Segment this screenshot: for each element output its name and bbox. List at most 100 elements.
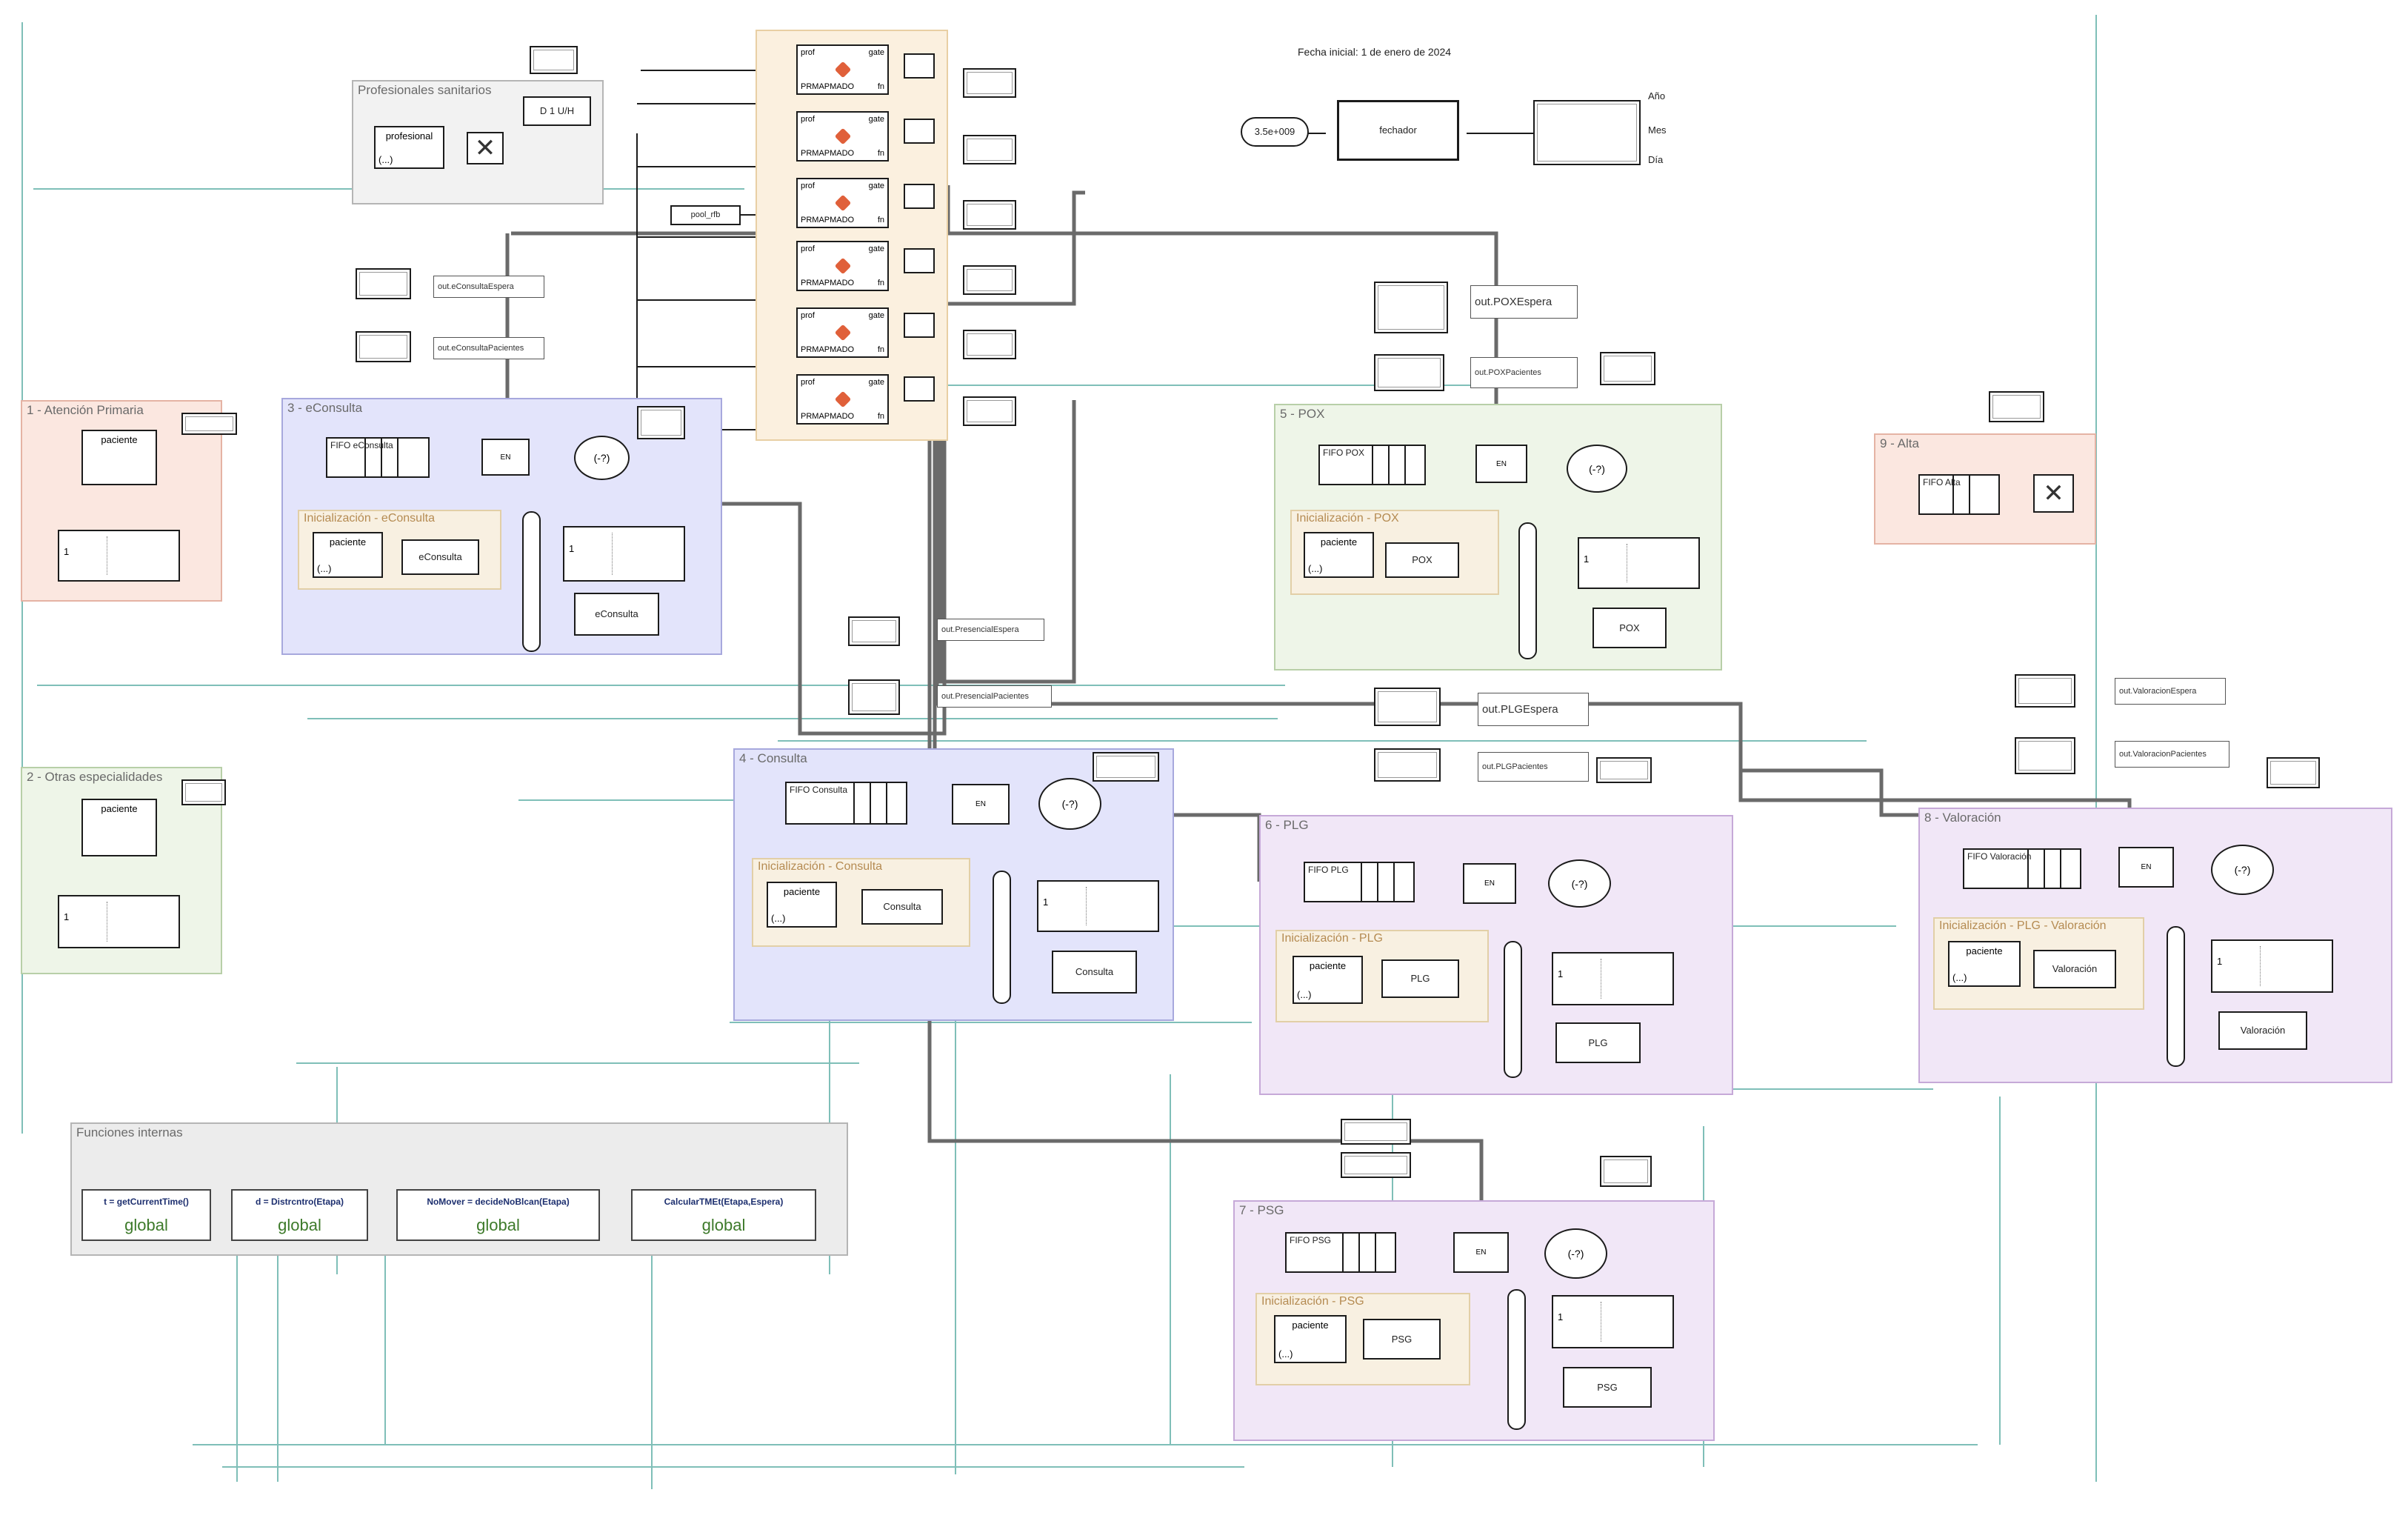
fifo-alta[interactable]: FIFO Alta xyxy=(1918,474,2000,515)
alta-terminator-icon[interactable]: ✕ xyxy=(2033,474,2074,513)
plg-plot[interactable]: 1 xyxy=(1552,952,1674,1005)
alta-display[interactable] xyxy=(1989,391,2044,422)
consulta-espera-output[interactable]: out.PresencialEspera xyxy=(937,619,1044,641)
output-switch-econsulta[interactable] xyxy=(522,511,541,652)
oe-plot[interactable]: 1 xyxy=(58,895,180,948)
counter-pox[interactable]: (-?) xyxy=(1567,445,1627,493)
en-switch-pox[interactable]: EN xyxy=(1475,445,1527,483)
server-valoracion[interactable]: Valoración xyxy=(2218,1011,2307,1050)
consulta-display[interactable] xyxy=(1093,752,1159,782)
paciente-source-ap[interactable]: paciente xyxy=(81,430,157,485)
prof-display[interactable] xyxy=(530,46,578,74)
ap-display[interactable] xyxy=(181,413,237,435)
en-switch-valoracion[interactable]: EN xyxy=(2118,847,2174,888)
function-calcular-tme[interactable]: CalcularTMEt(Etapa,Espera) global xyxy=(631,1189,816,1241)
val-pacientes-display[interactable] xyxy=(2015,737,2075,774)
econsulta-espera-output[interactable]: out.eConsultaEspera xyxy=(433,276,544,298)
service-block-2[interactable]: prof gate PRMAPMADO fn xyxy=(796,111,889,162)
fifo-consulta[interactable]: FIFO Consulta xyxy=(785,782,907,825)
service-block-4[interactable]: prof gate PRMAPMADO fn xyxy=(796,241,889,291)
service-block-1[interactable]: prof gate PRMAPMADO fn xyxy=(796,44,889,95)
consulta-espera-display[interactable] xyxy=(848,616,900,646)
server-psg-init[interactable]: PSG xyxy=(1363,1319,1441,1360)
valoracion-plot[interactable]: 1 xyxy=(2211,939,2333,993)
paciente-entity-valoracion[interactable]: paciente (...) xyxy=(1948,941,2021,987)
econsulta-plot[interactable]: 1 xyxy=(563,526,685,582)
econsulta-display[interactable] xyxy=(637,406,685,439)
econsulta-espera-display[interactable] xyxy=(356,268,411,299)
constant-block[interactable]: 3.5e+009 xyxy=(1241,117,1309,147)
fechador-block[interactable]: fechador xyxy=(1337,100,1459,161)
service-display-6[interactable] xyxy=(963,396,1016,426)
server-plg-init[interactable]: PLG xyxy=(1381,959,1459,998)
plg-display[interactable] xyxy=(1596,757,1652,783)
mux-block-2[interactable] xyxy=(904,119,935,144)
plg-pacientes-output[interactable]: out.PLGPacientes xyxy=(1478,752,1589,782)
pox-espera-display[interactable] xyxy=(1374,282,1448,333)
val-espera-display[interactable] xyxy=(2015,674,2075,708)
plg-espera-display[interactable] xyxy=(1374,688,1441,726)
plg-espera-output[interactable]: out.PLGEspera xyxy=(1478,693,1589,726)
fifo-pox[interactable]: FIFO POX xyxy=(1318,445,1426,485)
pox-pacientes-output[interactable]: out.POXPacientes xyxy=(1470,357,1578,388)
en-switch-plg[interactable]: EN xyxy=(1463,863,1516,904)
unit-block[interactable]: D 1 U/H xyxy=(523,96,591,126)
output-switch-pox[interactable] xyxy=(1518,522,1537,659)
profesional-entity[interactable]: profesional (...) xyxy=(374,126,444,169)
service-display-4[interactable] xyxy=(963,265,1016,295)
paciente-entity-consulta[interactable]: paciente (...) xyxy=(767,882,837,928)
valoracion-display[interactable] xyxy=(2267,757,2320,788)
paciente-entity-plg[interactable]: paciente (...) xyxy=(1293,956,1363,1004)
function-decide-no-blcan[interactable]: NoMover = decideNoBlcan(Etapa) global xyxy=(396,1189,600,1241)
consulta-pacientes-display[interactable] xyxy=(848,679,900,715)
pool-const-block[interactable]: pool_rfb xyxy=(670,205,741,225)
fifo-plg[interactable]: FIFO PLG xyxy=(1304,862,1415,902)
val-pacientes-output[interactable]: out.ValoracionPacientes xyxy=(2115,741,2229,768)
server-pox-init[interactable]: POX xyxy=(1385,542,1459,578)
val-espera-output[interactable]: out.ValoracionEspera xyxy=(2115,678,2226,705)
pox-display[interactable] xyxy=(1600,352,1655,385)
counter-valoracion[interactable]: (-?) xyxy=(2211,845,2274,895)
server-consulta-init[interactable]: Consulta xyxy=(861,889,943,925)
server-plg[interactable]: PLG xyxy=(1555,1022,1641,1063)
paciente-entity-pox[interactable]: paciente (...) xyxy=(1304,532,1374,578)
service-block-3[interactable]: prof gate PRMAPMADO fn xyxy=(796,178,889,228)
server-econsulta[interactable]: eConsulta xyxy=(574,593,659,636)
function-get-current-time[interactable]: t = getCurrentTime() global xyxy=(81,1189,211,1241)
function-distrcntro[interactable]: d = Distrcntro(Etapa) global xyxy=(231,1189,368,1241)
date-display[interactable] xyxy=(1533,100,1641,165)
counter-psg[interactable]: (-?) xyxy=(1544,1228,1607,1279)
mux-block-6[interactable] xyxy=(904,376,935,402)
econsulta-pacientes-output[interactable]: out.eConsultaPacientes xyxy=(433,337,544,359)
paciente-entity-psg[interactable]: paciente (...) xyxy=(1274,1315,1347,1363)
psg-display-a[interactable] xyxy=(1341,1119,1411,1145)
mux-block-4[interactable] xyxy=(904,248,935,273)
mux-block-5[interactable] xyxy=(904,313,935,338)
ap-plot[interactable]: 1 xyxy=(58,530,180,582)
output-switch-plg[interactable] xyxy=(1504,941,1522,1078)
psg-display-b[interactable] xyxy=(1341,1152,1411,1178)
server-consulta[interactable]: Consulta xyxy=(1052,951,1137,994)
paciente-entity-econsulta[interactable]: paciente (...) xyxy=(313,532,383,578)
service-display-1[interactable] xyxy=(963,68,1016,98)
en-switch-econsulta[interactable]: EN xyxy=(481,439,530,476)
counter-consulta[interactable]: (-?) xyxy=(1038,778,1101,830)
pox-espera-output[interactable]: out.POXEspera xyxy=(1470,285,1578,319)
en-switch-consulta[interactable]: EN xyxy=(952,784,1010,825)
server-valoracion-init[interactable]: Valoración xyxy=(2033,950,2116,988)
output-switch-psg[interactable] xyxy=(1507,1289,1526,1430)
output-switch-consulta[interactable] xyxy=(993,871,1011,1004)
output-switch-valoracion[interactable] xyxy=(2167,926,2185,1067)
fifo-valoracion[interactable]: FIFO Valoración xyxy=(1963,848,2081,889)
paciente-source-oe[interactable]: paciente xyxy=(81,799,157,856)
service-display-3[interactable] xyxy=(963,200,1016,230)
server-psg[interactable]: PSG xyxy=(1563,1367,1652,1408)
terminator-icon[interactable]: ✕ xyxy=(467,132,504,164)
service-display-5[interactable] xyxy=(963,330,1016,359)
counter-econsulta[interactable]: (-?) xyxy=(574,436,630,480)
server-pox[interactable]: POX xyxy=(1592,608,1667,648)
mux-block-3[interactable] xyxy=(904,184,935,209)
mux-block-1[interactable] xyxy=(904,53,935,79)
counter-plg[interactable]: (-?) xyxy=(1548,859,1611,908)
fifo-econsulta[interactable]: FIFO eConsulta xyxy=(326,437,430,478)
